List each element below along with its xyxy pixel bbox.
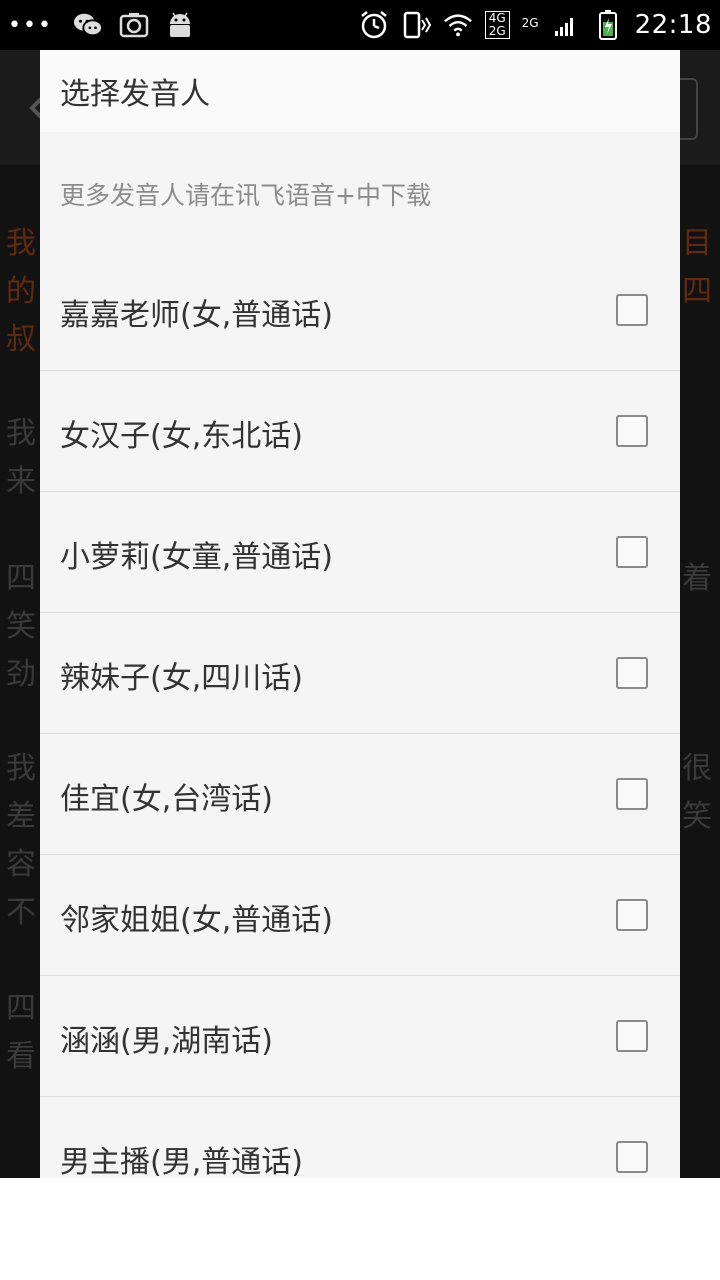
voice-label: 涵涵(男,湖南话) (60, 1024, 273, 1059)
voice-label: 男主播(男,普通话) (60, 1145, 303, 1178)
voice-checkbox[interactable] (616, 536, 648, 568)
android-icon (165, 10, 195, 40)
wechat-icon (73, 10, 103, 40)
voice-checkbox[interactable] (616, 1141, 648, 1173)
background-text: 四 (6, 991, 36, 1026)
background-text: 笑 (682, 799, 712, 834)
voice-list-item[interactable]: 女汉子(女,东北话) (40, 371, 680, 492)
voice-checkbox[interactable] (616, 778, 648, 810)
status-bar-left: ••• (8, 10, 195, 40)
background-text: 叔 (6, 322, 36, 357)
background-text: 差 (6, 799, 36, 834)
voice-checkbox[interactable] (616, 1020, 648, 1052)
voice-label: 女汉子(女,东北话) (60, 419, 303, 454)
background-text: 我 (6, 416, 36, 451)
dialog-title: 选择发音人 (60, 77, 210, 112)
battery-charging-icon (593, 10, 623, 40)
network-type-indicator: 4G 2G (484, 11, 510, 39)
wifi-icon (443, 10, 473, 40)
voice-list-item[interactable]: 涵涵(男,湖南话) (40, 976, 680, 1097)
voice-selection-dialog: 选择发音人 更多发音人请在讯飞语音+中下载 嘉嘉老师(女,普通话) 女汉子(女,… (40, 50, 680, 1178)
status-bar-right: 4G 2G 2G 22:18 (359, 10, 712, 40)
status-bar: ••• 4G 2G 2G 22:18 (0, 0, 720, 50)
voice-list-item[interactable]: 嘉嘉老师(女,普通话) (40, 250, 680, 371)
background-text: 着 (682, 561, 712, 596)
background-text: 笑 (6, 609, 36, 644)
voice-list-item[interactable]: 小萝莉(女童,普通话) (40, 492, 680, 613)
background-text: 目 (682, 226, 712, 261)
voice-label: 辣妹子(女,四川话) (60, 661, 303, 696)
background-text: 很 (682, 751, 712, 786)
voice-label: 佳宜(女,台湾话) (60, 782, 273, 817)
status-time: 22:18 (634, 10, 712, 40)
background-text: 我 (6, 751, 36, 786)
voice-checkbox[interactable] (616, 657, 648, 689)
vibrate-icon (401, 10, 431, 40)
voice-label: 小萝莉(女童,普通话) (60, 540, 333, 575)
overflow-dots: ••• (8, 12, 53, 38)
signal-icon (551, 10, 581, 40)
voice-label: 邻家姐姐(女,普通话) (60, 903, 333, 938)
voice-list-item[interactable]: 男主播(男,普通话) (40, 1097, 680, 1178)
network-type-bottom: 2G (488, 24, 506, 38)
voice-list-item[interactable]: 佳宜(女,台湾话) (40, 734, 680, 855)
alarm-icon (359, 10, 389, 40)
background-text: 四 (6, 561, 36, 596)
background-text: 劲 (6, 657, 36, 692)
background-text: 容 (6, 847, 36, 882)
screenshot-icon (119, 10, 149, 40)
background-text: 四 (682, 274, 712, 309)
background-text: 的 (6, 274, 36, 309)
voice-label: 嘉嘉老师(女,普通话) (60, 298, 333, 333)
background-text: 来 (6, 464, 36, 499)
background-text: 不 (6, 895, 36, 930)
voice-list: 嘉嘉老师(女,普通话) 女汉子(女,东北话) 小萝莉(女童,普通话) 辣妹子(女… (40, 250, 680, 1178)
voice-checkbox[interactable] (616, 415, 648, 447)
voice-list-item[interactable]: 辣妹子(女,四川话) (40, 613, 680, 734)
voice-checkbox[interactable] (616, 294, 648, 326)
download-hint: 更多发音人请在讯飞语音+中下载 (60, 181, 431, 210)
voice-checkbox[interactable] (616, 899, 648, 931)
voice-list-item[interactable]: 邻家姐姐(女,普通话) (40, 855, 680, 976)
dialog-header: 选择发音人 (40, 50, 680, 132)
background-text: 我 (6, 226, 36, 261)
background-text: 看 (6, 1039, 36, 1074)
network-2g-label: 2G (521, 16, 539, 30)
